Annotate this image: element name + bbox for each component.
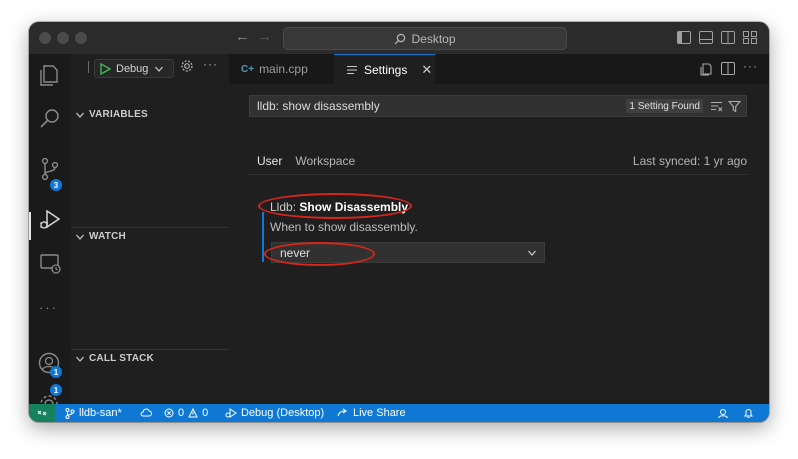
command-center[interactable]: Desktop xyxy=(283,27,567,50)
close-tab-icon[interactable]: ✕ xyxy=(421,62,432,78)
open-launch-json-gear-icon[interactable] xyxy=(180,59,194,73)
branch-indicator[interactable]: lldb-san* xyxy=(65,404,122,422)
zoom-window-button[interactable] xyxy=(75,32,87,44)
remote-explorer-icon[interactable] xyxy=(37,250,63,276)
search-icon xyxy=(395,33,406,44)
chevron-down-icon xyxy=(76,234,84,240)
customize-layout-icon[interactable] xyxy=(743,31,757,44)
settings-search-value: lldb: show disassembly xyxy=(257,99,380,113)
copilot-indicator[interactable] xyxy=(717,404,729,422)
clear-filter-icon[interactable] xyxy=(710,101,723,112)
status-bar: lldb-san* 0 0 Debug (Desktop) Live Share xyxy=(29,404,769,422)
variables-section-title: VARIABLES xyxy=(89,109,148,120)
c-plus-plus-file-icon: C+ xyxy=(241,63,255,75)
toggle-panel-icon[interactable] xyxy=(699,31,713,44)
minimize-window-button[interactable] xyxy=(57,32,69,44)
live-share-button[interactable]: Live Share xyxy=(337,404,406,422)
more-views-icon[interactable]: ··· xyxy=(39,300,58,315)
section-divider xyxy=(71,349,229,350)
tab-user[interactable]: User xyxy=(257,154,283,175)
forward-arrow-icon[interactable]: → xyxy=(257,28,272,45)
branch-name: lldb-san* xyxy=(79,407,122,419)
filter-icon[interactable] xyxy=(728,100,741,113)
back-arrow-icon[interactable]: ← xyxy=(235,28,250,45)
setting-name: Show Disassembly xyxy=(299,200,409,214)
scope-divider xyxy=(249,174,747,175)
search-view-icon[interactable] xyxy=(37,106,63,132)
notifications-button[interactable] xyxy=(743,404,754,422)
accounts-badge: 1 xyxy=(50,366,62,378)
show-disassembly-value: never xyxy=(280,245,311,260)
error-count: 0 xyxy=(178,407,185,419)
activity-bar: 3 ··· 1 xyxy=(29,54,71,413)
settings-editor: lldb: show disassembly 1 Setting Found U… xyxy=(229,84,769,404)
remote-indicator[interactable] xyxy=(29,404,55,422)
setting-category: Lldb: xyxy=(270,200,300,214)
setting-description: When to show disassembly. xyxy=(270,220,418,234)
watch-section-header[interactable]: WATCH xyxy=(75,231,126,242)
variables-section-header[interactable]: VARIABLES xyxy=(75,109,148,120)
tab-main-cpp[interactable]: C+ main.cpp xyxy=(229,54,329,84)
toggle-primary-sidebar-icon[interactable] xyxy=(677,31,691,44)
setting-modified-indicator xyxy=(262,212,264,262)
tab-label: Settings xyxy=(364,62,408,77)
show-disassembly-select[interactable]: never xyxy=(271,242,545,263)
toggle-secondary-sidebar-icon[interactable] xyxy=(721,31,735,44)
live-share-icon xyxy=(337,408,347,417)
accounts-status-icon xyxy=(718,408,728,418)
settings-search-input[interactable]: lldb: show disassembly 1 Setting Found xyxy=(249,95,747,117)
title-bar: ← → Desktop xyxy=(29,22,769,55)
more-actions-icon[interactable]: ··· xyxy=(203,57,218,71)
source-control-icon[interactable] xyxy=(37,156,63,182)
chevron-down-icon xyxy=(76,112,84,118)
debug-alt-icon xyxy=(225,408,237,418)
tab-settings[interactable]: Settings ✕ xyxy=(334,54,435,84)
cloud-sync-icon xyxy=(140,408,152,417)
debug-configuration-label: Debug xyxy=(116,62,149,75)
bell-icon xyxy=(744,408,753,418)
warning-icon xyxy=(188,408,198,418)
last-synced-label: Last synced: 1 yr ago xyxy=(632,154,747,168)
editor-more-actions-icon[interactable]: ··· xyxy=(743,59,758,73)
section-divider xyxy=(71,227,229,228)
debug-config-name: Debug (Desktop) xyxy=(241,407,325,419)
sync-indicator[interactable] xyxy=(140,404,152,422)
warning-count: 0 xyxy=(202,407,209,419)
live-share-label: Live Share xyxy=(353,407,406,419)
settings-scope-tabs: User Workspace xyxy=(257,154,355,175)
debug-configuration-select[interactable]: Debug xyxy=(94,59,174,78)
active-view-indicator xyxy=(29,212,31,240)
call-stack-section-header[interactable]: CALL STACK xyxy=(75,353,154,364)
vscode-window: ← → Desktop 3 ··· 1 1 Debug ··· VARIABLE… xyxy=(29,22,769,422)
watch-section-title: WATCH xyxy=(89,231,126,242)
tab-label: main.cpp xyxy=(259,62,308,76)
git-branch-icon xyxy=(65,407,75,419)
remote-icon xyxy=(37,410,47,416)
explorer-files-icon[interactable] xyxy=(37,62,63,88)
manage-badge: 1 xyxy=(50,384,62,396)
chevron-down-icon xyxy=(155,66,164,72)
debug-sidebar: Debug ··· VARIABLES WATCH CALL STACK xyxy=(71,54,230,404)
error-icon xyxy=(164,408,174,418)
editor-tab-bar: C+ main.cpp Settings ✕ ··· xyxy=(229,54,769,85)
chevron-down-icon xyxy=(528,250,536,256)
source-control-badge: 3 xyxy=(50,179,62,191)
split-editor-icon[interactable] xyxy=(721,62,735,75)
toolbar-separator xyxy=(88,61,89,73)
settings-editor-icon xyxy=(347,65,357,74)
start-debugging-icon[interactable] xyxy=(99,62,111,75)
open-settings-json-icon[interactable] xyxy=(699,62,713,76)
debug-config-indicator[interactable]: Debug (Desktop) xyxy=(225,404,324,422)
command-center-label: Desktop xyxy=(411,31,456,46)
run-and-debug-icon[interactable] xyxy=(37,206,63,232)
chevron-down-icon xyxy=(76,356,84,362)
close-window-button[interactable] xyxy=(39,32,51,44)
tab-workspace[interactable]: Workspace xyxy=(295,154,355,175)
debug-toolbar: Debug ··· xyxy=(71,54,229,80)
call-stack-section-title: CALL STACK xyxy=(89,353,154,364)
problems-indicator[interactable]: 0 0 xyxy=(164,404,208,422)
settings-found-badge: 1 Setting Found xyxy=(626,99,703,113)
setting-title: Lldb: Show Disassembly xyxy=(270,200,408,214)
